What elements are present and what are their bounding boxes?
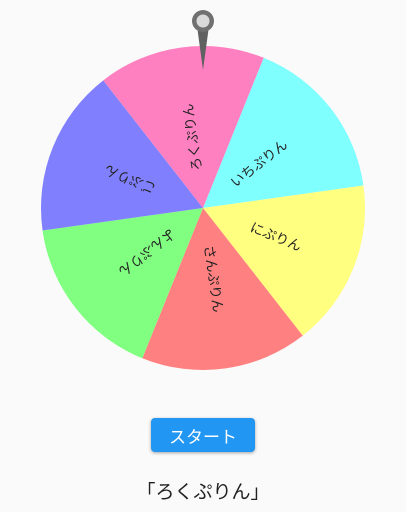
result-text: 「ろくぷりん」: [136, 481, 270, 503]
wheel-segments: [41, 45, 365, 371]
start-button[interactable]: スタート: [151, 418, 255, 452]
